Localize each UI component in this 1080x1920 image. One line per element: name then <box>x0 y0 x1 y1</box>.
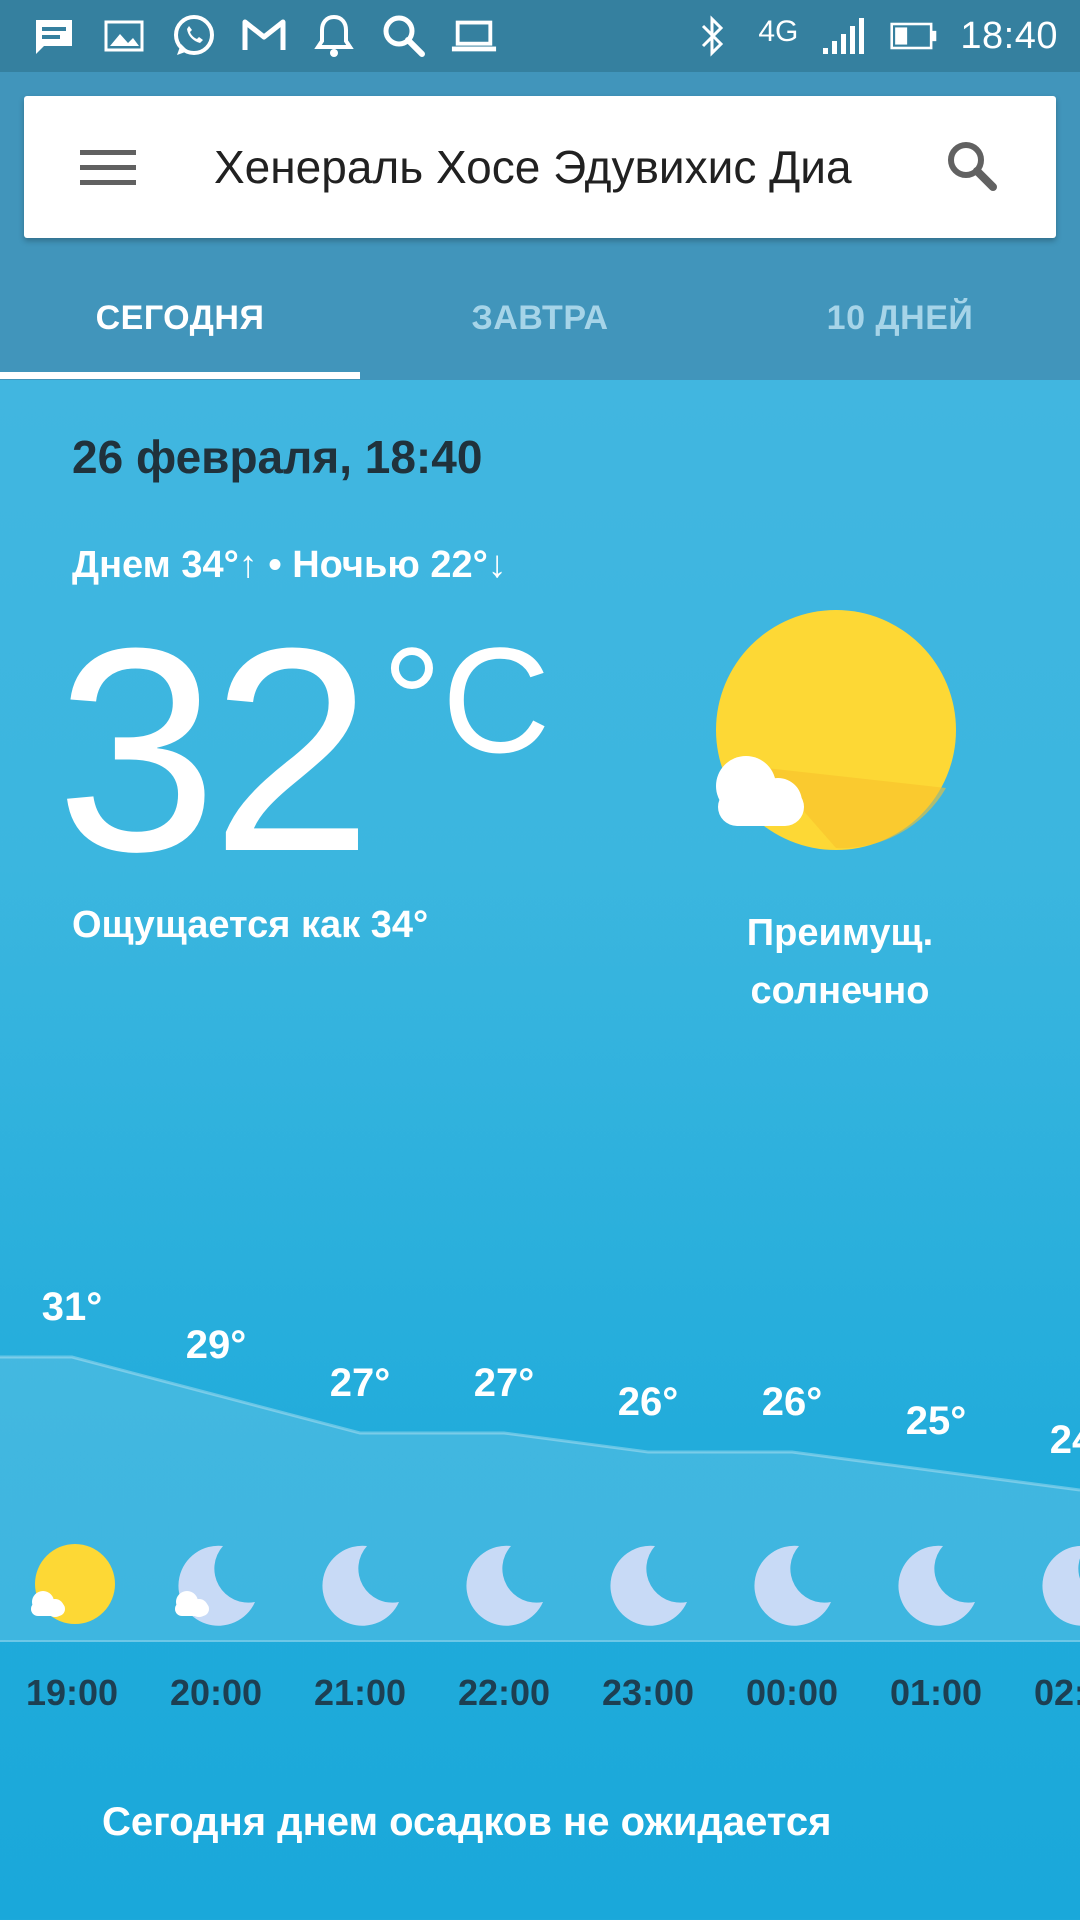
hourly-time-label: 21:00 <box>313 1672 407 1713</box>
tab-indicator <box>0 372 360 379</box>
menu-icon[interactable] <box>80 142 136 192</box>
location-title[interactable]: Хенераль Хосе Эдувихис Диа <box>214 140 914 194</box>
hourly-temp-label: 26° <box>761 1380 823 1424</box>
condition-line-2: солнечно <box>750 970 930 1012</box>
feels-like: Ощущается как 34° <box>72 904 429 946</box>
bluetooth-icon <box>688 12 736 60</box>
precipitation-note: Сегодня днем осадков не ожидается <box>102 1800 832 1844</box>
gallery-icon <box>100 12 148 60</box>
moon-icon <box>459 1540 549 1630</box>
sun-cloud-icon <box>706 608 966 858</box>
hourly-time-label: 22:00 <box>457 1672 551 1713</box>
network-type: 4G <box>758 15 799 48</box>
moon-icon <box>1035 1540 1080 1630</box>
status-bar: 4G 18:40 <box>0 0 1080 72</box>
hourly-divider <box>0 1640 1080 1642</box>
tab-10-days[interactable]: 10 ДНЕЙ <box>720 288 1080 348</box>
moon-icon <box>315 1540 405 1630</box>
hourly-temp-label: 24° <box>1049 1418 1080 1462</box>
sun-cloud-icon <box>27 1540 117 1630</box>
search-icon[interactable] <box>942 136 1004 198</box>
hourly-temp-label: 31° <box>41 1285 103 1329</box>
tab-bar: СЕГОДНЯ ЗАВТРА 10 ДНЕЙ <box>0 240 1080 378</box>
whatsapp-icon <box>170 12 218 60</box>
signal-icon <box>820 12 868 60</box>
hourly-temp-label: 25° <box>905 1399 967 1443</box>
hourly-temp-label: 27° <box>329 1361 391 1405</box>
temperature-unit: °C <box>382 616 551 784</box>
message-icon <box>30 12 78 60</box>
hourly-time-label: 19:00 <box>25 1672 119 1713</box>
hourly-time-label: 02:00 <box>1033 1672 1080 1713</box>
hourly-temp-label: 27° <box>473 1361 535 1405</box>
location-search-bar[interactable]: Хенераль Хосе Эдувихис Диа <box>24 96 1056 238</box>
battery-icon <box>890 12 938 60</box>
condition-line-1: Преимущ. <box>746 912 934 954</box>
hourly-temp-label: 26° <box>617 1380 679 1424</box>
notification-icons <box>30 12 498 60</box>
high-low-temp: Днем 34°↑ • Ночью 22°↓ <box>72 544 507 586</box>
moon-icon <box>747 1540 837 1630</box>
bell-icon <box>310 12 358 60</box>
hourly-time-label: 23:00 <box>601 1672 695 1713</box>
laptop-icon <box>450 12 498 60</box>
gmail-icon <box>240 12 288 60</box>
tab-today[interactable]: СЕГОДНЯ <box>0 288 360 348</box>
moon-cloud-icon <box>171 1540 261 1630</box>
hourly-time-label: 20:00 <box>169 1672 263 1713</box>
search-icon <box>380 12 428 60</box>
clock: 18:40 <box>960 14 1058 57</box>
moon-icon <box>603 1540 693 1630</box>
condition-text: Преимущ. солнечно <box>690 904 990 1020</box>
hourly-time-label: 00:00 <box>745 1672 839 1713</box>
hourly-time-label: 01:00 <box>889 1672 983 1713</box>
tab-tomorrow[interactable]: ЗАВТРА <box>360 288 720 348</box>
hourly-temp-label: 29° <box>185 1323 247 1367</box>
current-datetime: 26 февраля, 18:40 <box>72 431 483 483</box>
current-temperature: 32 <box>56 588 373 912</box>
moon-icon <box>891 1540 981 1630</box>
system-icons: 4G 18:40 <box>688 12 1058 60</box>
